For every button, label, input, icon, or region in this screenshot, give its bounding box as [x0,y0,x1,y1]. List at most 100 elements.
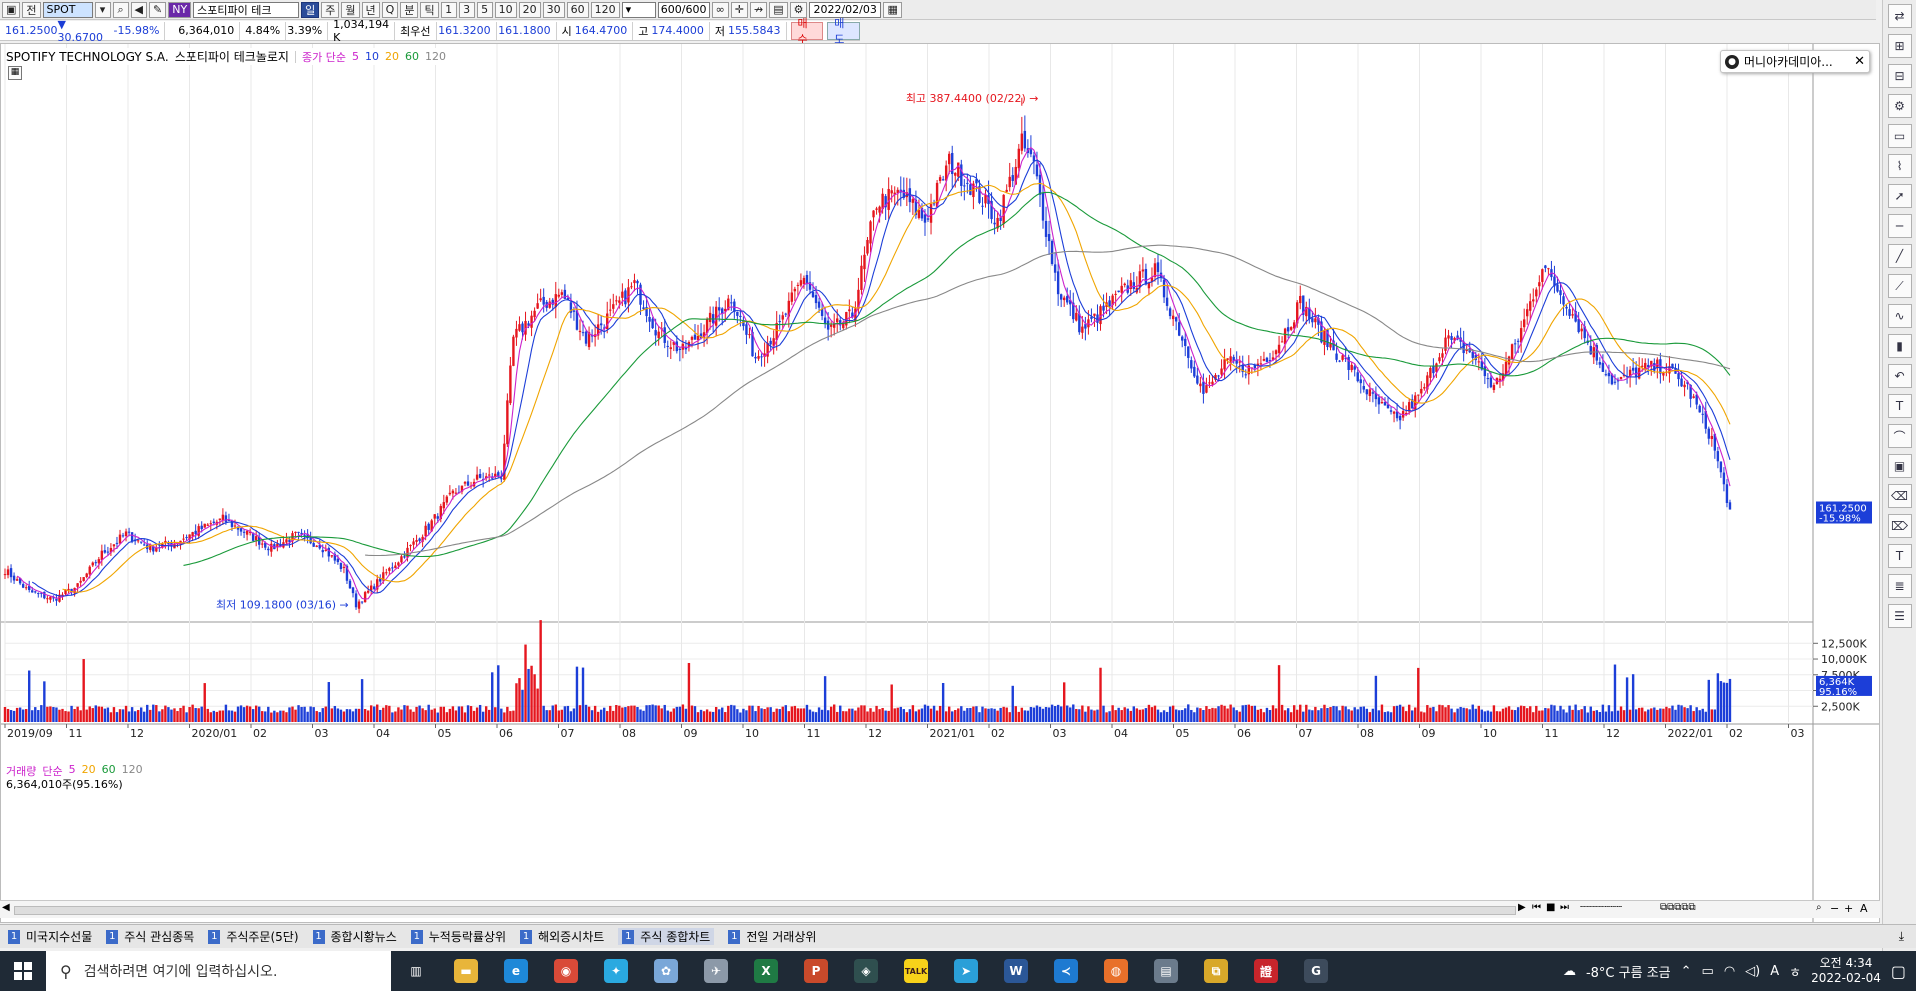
firefox-icon[interactable]: ◍ [1091,951,1141,991]
earth-icon[interactable]: ◈ [841,951,891,991]
price-chart-svg[interactable]: 375,0000350,0000325,0000300,0000275,0000… [1,44,1879,922]
news-popup-text[interactable]: 머니아카데미아... [1744,53,1833,70]
link-icon[interactable]: ✎ [149,1,167,18]
crosshair-icon[interactable]: ✛ [730,1,748,18]
pattern-icon[interactable]: ⌒ [1887,424,1912,448]
text-box-icon[interactable]: T [1887,544,1912,568]
period-year-tab[interactable]: 년 [361,1,380,18]
menu-lines-icon[interactable]: ☰ [1887,604,1912,628]
bird-app-icon[interactable]: ✦ [591,951,641,991]
ma120-legend[interactable]: 120 [425,50,446,63]
interval-3-button[interactable]: 3 [458,1,475,18]
tab-prev-day-volume[interactable]: 1 전일 거래상위 [728,928,816,945]
count-field[interactable]: 600/600 [657,1,710,18]
symbol-input[interactable]: SPOT [42,1,93,18]
file-explorer-icon[interactable]: ▬ [441,951,491,991]
ma10-legend[interactable]: 10 [365,50,379,63]
period-quarter-tab[interactable]: Q [381,1,399,18]
tab-cumulative-movers[interactable]: 1 누적등락률상위 [410,928,506,945]
speaker-icon[interactable]: ◀ [130,1,147,18]
gear-icon[interactable]: ⚙ [1887,94,1912,118]
chrome-icon[interactable]: ◉ [541,951,591,991]
link-chain-icon[interactable]: ∞ [711,1,729,18]
symbol-dropdown-icon[interactable]: ▾ [94,1,111,18]
taskbar-search[interactable]: ⚲ 검색하려면 여기에 입력하십시오. [46,951,391,991]
excel-icon[interactable]: X [741,951,791,991]
period-week-tab[interactable]: 주 [321,1,340,18]
notification-icon[interactable]: ▢ [1891,962,1906,981]
back-icon[interactable]: ↶ [1887,364,1912,388]
interval-1-button[interactable]: 1 [440,1,457,18]
interval-select[interactable]: ▾ [621,1,656,18]
refresh-icon[interactable]: ⇄ [1887,4,1912,28]
box-tool-icon[interactable]: ▣ [1887,454,1912,478]
wave-icon[interactable]: ∿ [1887,304,1912,328]
store-icon[interactable]: ▤ [1141,951,1191,991]
remove-indicator-icon[interactable]: ⊟ [1887,64,1912,88]
chart-scrollbar[interactable] [14,906,1516,915]
first-page-icon[interactable]: ⏮ [1532,902,1541,913]
vscode-icon[interactable]: ≺ [1041,951,1091,991]
zoom-100-icon[interactable]: ▭ [1887,124,1912,148]
interval-30-button[interactable]: 30 [542,1,565,18]
paint-icon[interactable]: ✿ [641,951,691,991]
period-day-tab[interactable]: 일 [301,1,320,18]
clock[interactable]: 오전 4:34 2022-02-04 [1811,956,1881,986]
satellite-icon[interactable]: ✈ [691,951,741,991]
close-icon[interactable]: ✕ [1854,54,1865,69]
download-icon[interactable]: ⤓ [1899,929,1916,944]
trend-chart-icon[interactable]: ⌇ [1887,154,1912,178]
interval-10-button[interactable]: 10 [494,1,517,18]
market-all-button[interactable]: 전 [22,1,41,18]
network-icon[interactable]: ▭ [1702,964,1714,979]
ma5-legend[interactable]: 5 [352,50,359,63]
interval-20-button[interactable]: 20 [518,1,541,18]
stop-icon[interactable]: ■ [1546,902,1555,913]
layout-icons[interactable]: ⧉⧉⧉⧉⧉ [1660,902,1696,913]
scroll-right-icon[interactable]: ▶ [1518,902,1526,913]
edge-icon[interactable]: e [491,951,541,991]
erase-all-icon[interactable]: ⌦ [1887,514,1912,538]
zoom-range-slider[interactable]: ┄┄┄┄┄┄┄ [1580,902,1622,913]
chevron-up-icon[interactable]: ⌃ [1681,964,1692,979]
buy-button[interactable]: 매수 [790,17,824,46]
interval-5-button[interactable]: 5 [476,1,493,18]
task-view-icon[interactable]: ▥ [391,951,441,991]
tab-overseas-chart[interactable]: 1 해외증시차트 [520,928,604,945]
weather-text[interactable]: -8°C 구름 조금 [1586,962,1671,981]
volume-ma120-legend[interactable]: 120 [122,763,143,779]
candle-icon[interactable]: ▮ [1887,334,1912,358]
period-minute-tab[interactable]: 분 [400,1,419,18]
zoom-in-icon[interactable]: + [1844,902,1853,915]
search-icon[interactable]: ⌕ [112,1,129,18]
interval-60-button[interactable]: 60 [566,1,589,18]
no-arrow-icon[interactable]: ↛ [749,1,768,18]
calendar-icon[interactable]: ▦ [883,1,902,18]
ma60-legend[interactable]: 60 [405,50,419,63]
tab-order[interactable]: 1 주식주문(5단) [208,928,299,945]
tab-us-futures[interactable]: 1 미국지수선물 [8,928,92,945]
wifi-icon[interactable]: ◠ [1724,964,1735,979]
panel-toggle-icon[interactable]: ▣ [2,1,21,18]
trend-line-icon[interactable]: ╱ [1887,244,1912,268]
chart-area[interactable]: 375,0000350,0000325,0000300,0000275,0000… [0,43,1880,923]
ime-indicator[interactable]: A [1770,964,1779,979]
language-indicator[interactable]: ㅎ [1789,962,1801,981]
zoom-search-icon[interactable]: ⌕ [1816,902,1822,913]
period-tick-tab[interactable]: 틱 [420,1,439,18]
start-button[interactable] [0,951,46,991]
font-size-button[interactable]: A [1860,902,1868,915]
news-popup[interactable]: ● 머니아카데미아... ✕ [1720,50,1870,73]
horizontal-line-icon[interactable]: ─ [1887,214,1912,238]
sell-button[interactable]: 매도 [827,17,860,46]
scroll-left-icon[interactable]: ◀ [2,902,10,913]
volume-icon[interactable]: ◁) [1745,964,1760,979]
securities-app-icon[interactable]: 證 [1241,951,1291,991]
grid-settings-icon[interactable]: ▦ [8,66,22,80]
telegram-icon[interactable]: ➤ [941,951,991,991]
auto-trend-icon[interactable]: ⟋ [1887,274,1912,298]
last-page-icon[interactable]: ⏭ [1560,902,1569,913]
ma-label[interactable]: 종가 단순 [302,49,346,65]
ma20-legend[interactable]: 20 [385,50,399,63]
add-indicator-icon[interactable]: ⊞ [1887,34,1912,58]
